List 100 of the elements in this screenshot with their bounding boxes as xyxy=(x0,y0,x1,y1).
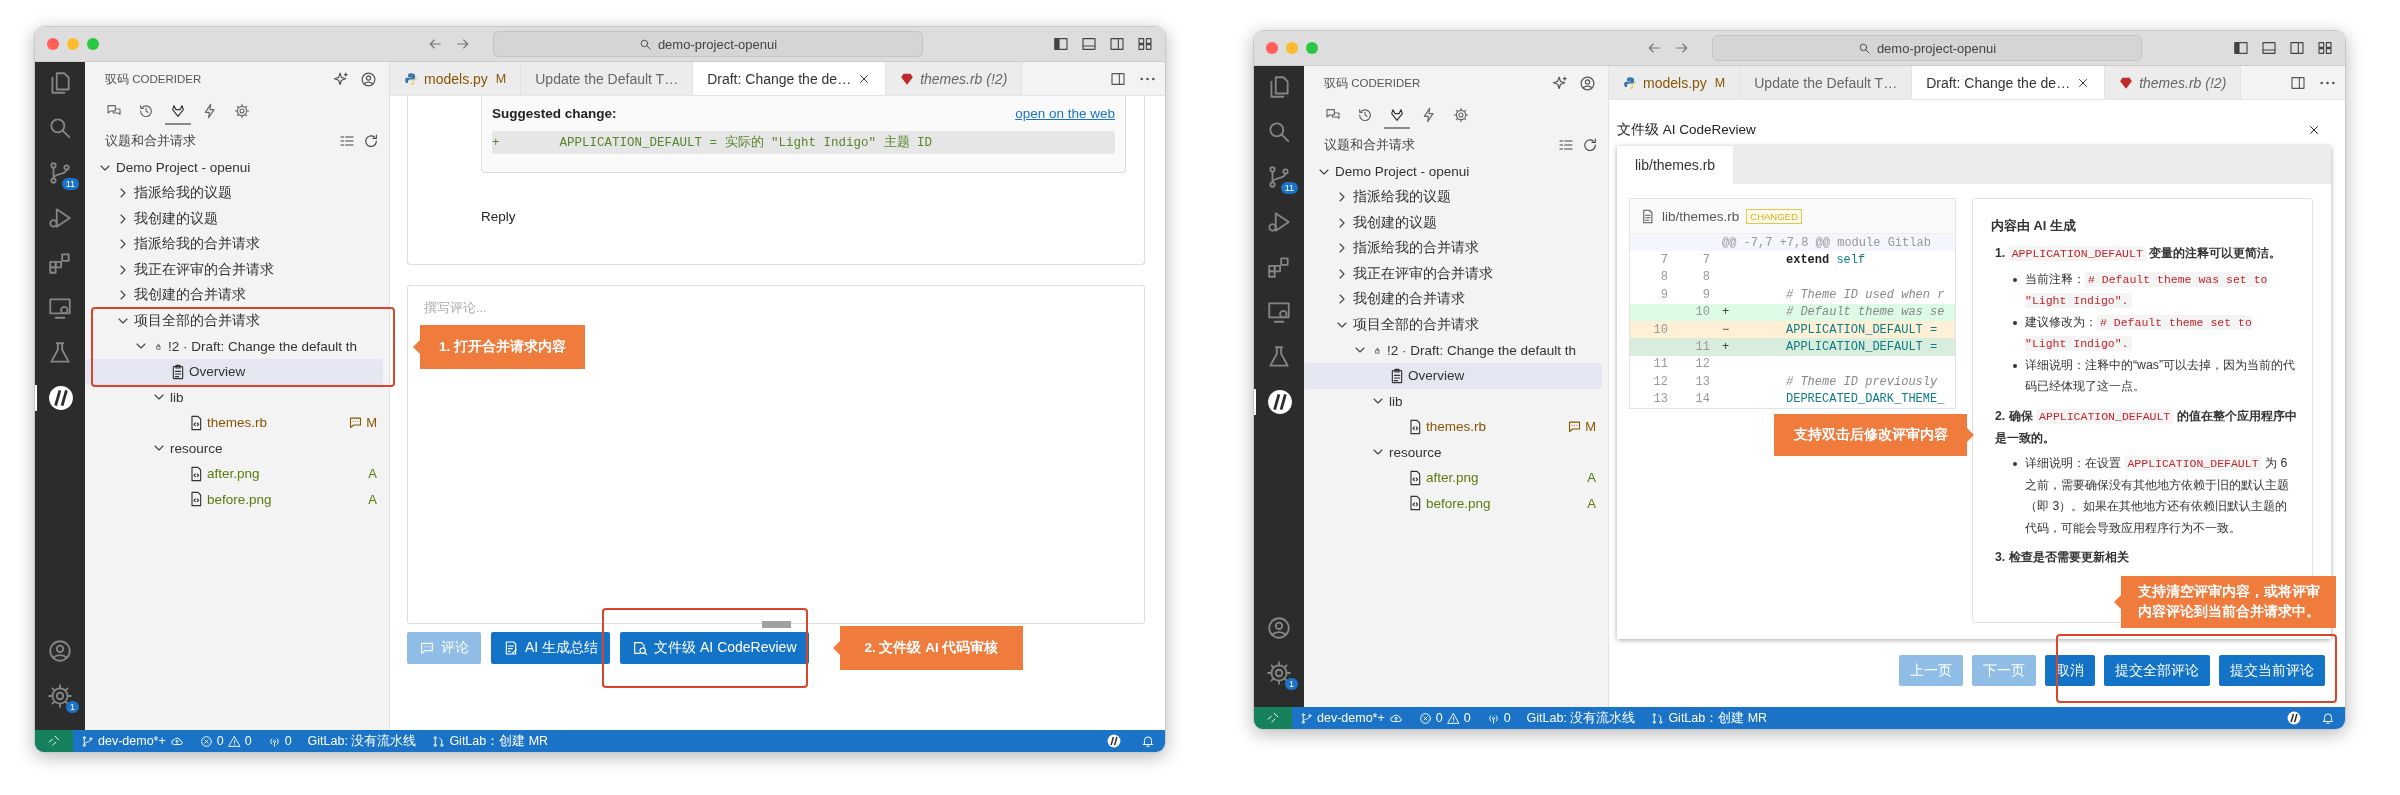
review-detail: 详细说明：在设置 APPLICATION_DEFAULT 为 6 之前，需要确保没有其他地方依赖于旧的默认主题（即 3）。如果在其他地方还有依赖旧默认主题的代码，可能会导致应用程序行为不一致。 xyxy=(2025,455,2290,537)
tree-item[interactable]: after.png A xyxy=(85,461,383,487)
tree-item[interactable]: 我创建的合并请求 xyxy=(1304,286,1602,312)
editor-tab[interactable]: Draft: Change the de… xyxy=(1912,66,2106,99)
tree-item[interactable]: Overview xyxy=(85,359,383,385)
action-button[interactable]: 文件级 AI CodeReview xyxy=(620,632,809,664)
line-number: 8 xyxy=(1659,270,1669,285)
fox-icon xyxy=(170,103,186,119)
tree-item[interactable]: 项目全部的合并请求 xyxy=(1304,312,1602,338)
bullet-dot xyxy=(2013,462,2017,467)
logo-icon[interactable] xyxy=(1267,389,1293,415)
tree-item[interactable]: resource xyxy=(1304,439,1602,465)
tree-item[interactable]: 指派给我的合并请求 xyxy=(1304,235,1602,261)
tree-item[interactable]: 指派给我的合并请求 xyxy=(85,231,383,257)
tree-item[interactable]: 指派给我的议题 xyxy=(85,180,383,206)
tree-item[interactable]: 指派给我的议题 xyxy=(1304,184,1602,210)
tree-item[interactable]: resource xyxy=(85,435,383,461)
tree-item[interactable]: themes.rb M xyxy=(1304,414,1602,440)
action-button[interactable]: 提交全部评论 xyxy=(2104,655,2210,686)
tree-item[interactable]: lib xyxy=(85,384,383,410)
line-number: 8 xyxy=(1701,270,1711,285)
action-button[interactable]: AI 生成总结 xyxy=(491,632,611,664)
editor-tab[interactable]: Update the Default T… xyxy=(521,62,694,95)
create-mr-item[interactable]: GitLab：创建 MR xyxy=(424,732,557,750)
settings-icon xyxy=(1453,107,1469,123)
settings-icon xyxy=(1266,660,1292,686)
review-detail: 详细说明：注释中的“was”可以去掉，因为当前的代码已经体现了这一点。 xyxy=(2025,356,2297,396)
tree-item[interactable]: themes.rb M xyxy=(85,410,383,436)
git-status: A xyxy=(368,491,378,507)
file-tab[interactable]: lib/themes.rb xyxy=(1617,146,1734,184)
tree-item[interactable]: 我正在评审的合并请求 xyxy=(85,257,383,283)
tree-item[interactable]: lib xyxy=(1304,388,1602,414)
remote-icon xyxy=(47,734,61,748)
search-icon xyxy=(638,37,652,51)
code-line: # Default theme was se xyxy=(1785,305,1945,320)
tree-item[interactable]: Overview xyxy=(1304,363,1602,389)
warning-icon xyxy=(1446,711,1460,725)
line-number: 7 xyxy=(1659,253,1669,268)
layout-icon xyxy=(2317,40,2333,56)
branch-item[interactable]: dev-demo*+ xyxy=(1292,711,1411,725)
editor-tab[interactable]: models.py M xyxy=(390,62,522,95)
remote-button[interactable] xyxy=(35,730,73,752)
ports-item[interactable]: 0 xyxy=(1478,711,1519,725)
line-number: 11 xyxy=(1694,340,1711,355)
line-number: 11 xyxy=(1652,357,1669,372)
editor-tab[interactable]: Draft: Change the de… xyxy=(693,62,887,95)
editor-tab[interactable]: themes.rb (!2) xyxy=(2105,66,2242,99)
tree-item[interactable]: before.png A xyxy=(85,486,383,512)
reply-link[interactable]: Reply xyxy=(481,209,516,224)
account-icon xyxy=(1266,615,1292,641)
bullet-dot xyxy=(2013,320,2017,325)
more-icon[interactable] xyxy=(1140,76,1155,81)
tree-item[interactable]: Demo Project - openui xyxy=(1304,159,1602,185)
pipeline-item[interactable]: GitLab: 没有流水线 xyxy=(299,732,425,750)
list-icon xyxy=(339,133,355,149)
logo-icon[interactable] xyxy=(1107,734,1121,748)
review-point: 1. APPLICATION_DEFAULT 变量的注释可以更简洁。 xyxy=(1994,245,2283,264)
warning-icon xyxy=(227,734,241,748)
tree-item[interactable]: 我创建的议题 xyxy=(1304,210,1602,236)
logo-icon[interactable] xyxy=(48,385,74,411)
badge: 1 xyxy=(1285,678,1298,690)
history-icon xyxy=(138,103,154,119)
gem-icon xyxy=(2119,75,2134,90)
command-search-field[interactable]: demo-project-openui xyxy=(1712,35,2142,61)
tree-item[interactable]: !2 · Draft: Change the default th xyxy=(1304,337,1602,363)
remote-explorer-icon xyxy=(1266,299,1292,325)
fox-icon xyxy=(1389,107,1405,123)
file-name: lib/themes.rb xyxy=(1662,208,1740,224)
tree-item[interactable]: Demo Project - openui xyxy=(85,155,383,181)
error-icon xyxy=(199,734,213,748)
tree-item[interactable]: 我正在评审的合并请求 xyxy=(1304,261,1602,287)
action-button[interactable]: 提交当前评论 xyxy=(2219,655,2325,686)
remote-button[interactable] xyxy=(1254,707,1292,729)
account-icon xyxy=(1579,75,1596,92)
branch-item[interactable]: dev-demo*+ xyxy=(73,734,192,748)
tree-item[interactable]: 我创建的合并请求 xyxy=(85,282,383,308)
tree-item[interactable]: !2 · Draft: Change the default th xyxy=(85,333,383,359)
pipeline-item[interactable]: GitLab: 没有流水线 xyxy=(1518,709,1644,727)
more-icon[interactable] xyxy=(2320,80,2335,85)
settings-icon xyxy=(47,683,73,709)
tree-item[interactable]: before.png A xyxy=(1304,490,1602,516)
section-title: 议题和合并请求 xyxy=(105,132,197,150)
web-link[interactable]: open on the web xyxy=(1015,106,1115,121)
tree-item[interactable]: after.png A xyxy=(1304,465,1602,491)
comment-icon xyxy=(419,640,435,656)
section-title: 议题和合并请求 xyxy=(1324,136,1416,154)
editor-tab[interactable]: themes.rb (!2) xyxy=(886,62,1023,95)
problems-item[interactable]: 0 0 xyxy=(1410,711,1479,725)
settings-icon xyxy=(234,103,250,119)
ports-item[interactable]: 0 xyxy=(259,734,300,748)
logo-icon[interactable] xyxy=(2287,711,2301,725)
create-mr-item[interactable]: GitLab：创建 MR xyxy=(1643,709,1776,727)
refresh-icon xyxy=(1582,137,1598,153)
problems-item[interactable]: 0 0 xyxy=(191,734,260,748)
line-number: 10 xyxy=(1694,305,1711,320)
editor-tab[interactable]: Update the Default T… xyxy=(1740,66,1913,99)
command-search-field[interactable]: demo-project-openui xyxy=(493,31,923,57)
tree-item[interactable]: 项目全部的合并请求 xyxy=(85,308,383,334)
editor-tab[interactable]: models.py M xyxy=(1609,66,1741,99)
tree-item[interactable]: 我创建的议题 xyxy=(85,206,383,232)
